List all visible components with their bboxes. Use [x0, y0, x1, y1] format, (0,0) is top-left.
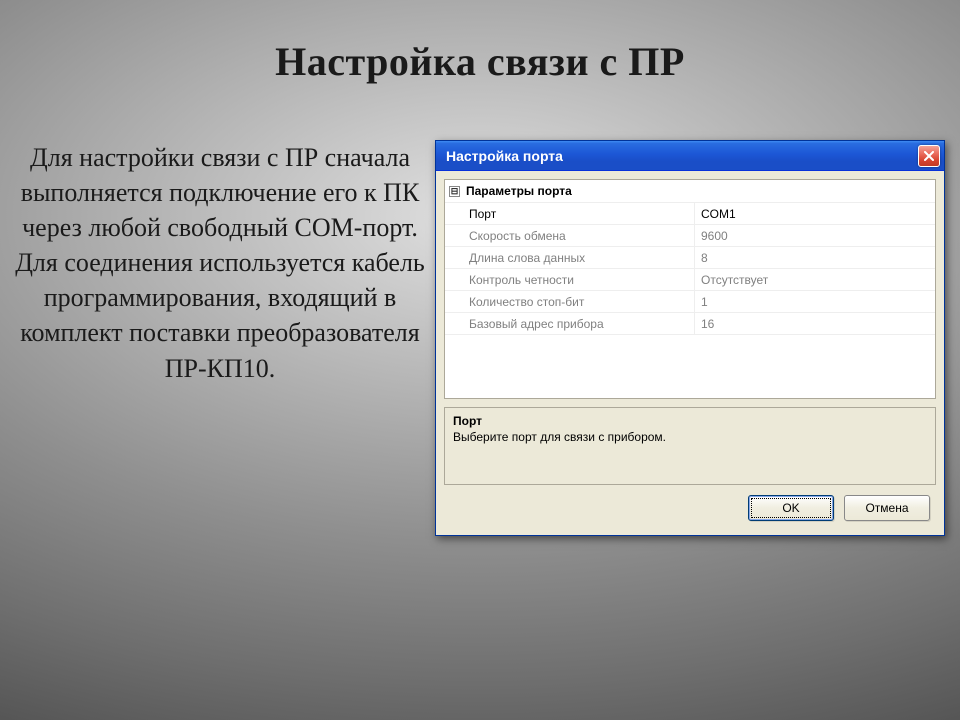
help-title: Порт — [453, 414, 927, 428]
property-grid[interactable]: ⊟ Параметры порта Порт COM1 Скорость обм… — [444, 179, 936, 399]
prop-value[interactable]: 8 — [695, 247, 935, 268]
group-header[interactable]: ⊟ Параметры порта — [445, 180, 935, 203]
ok-button[interactable]: OK — [748, 495, 834, 521]
help-text: Выберите порт для связи с прибором. — [453, 430, 927, 444]
prop-label: Контроль четности — [445, 269, 695, 290]
prop-label: Скорость обмена — [445, 225, 695, 246]
prop-value[interactable]: Отсутствует — [695, 269, 935, 290]
prop-row-wordlen[interactable]: Длина слова данных 8 — [445, 247, 935, 269]
help-panel: Порт Выберите порт для связи с прибором. — [444, 407, 936, 485]
prop-value[interactable]: 16 — [695, 313, 935, 334]
prop-label: Длина слова данных — [445, 247, 695, 268]
slide-title: Настройка связи с ПР — [0, 0, 960, 85]
prop-row-stopbits[interactable]: Количество стоп-бит 1 — [445, 291, 935, 313]
port-settings-dialog: Настройка порта ⊟ Параметры порта Порт C… — [435, 140, 945, 536]
prop-value[interactable]: COM1 — [695, 203, 935, 224]
prop-row-parity[interactable]: Контроль четности Отсутствует — [445, 269, 935, 291]
prop-label: Количество стоп-бит — [445, 291, 695, 312]
prop-row-address[interactable]: Базовый адрес прибора 16 — [445, 313, 935, 335]
prop-row-port[interactable]: Порт COM1 — [445, 203, 935, 225]
instruction-text: Для настройки связи с ПР сначала выполня… — [5, 140, 435, 386]
prop-value[interactable]: 9600 — [695, 225, 935, 246]
dialog-container: Настройка порта ⊟ Параметры порта Порт C… — [435, 140, 945, 536]
dialog-title: Настройка порта — [446, 148, 918, 164]
prop-row-baud[interactable]: Скорость обмена 9600 — [445, 225, 935, 247]
dialog-body: ⊟ Параметры порта Порт COM1 Скорость обм… — [436, 171, 944, 535]
prop-label: Базовый адрес прибора — [445, 313, 695, 334]
slide-content: Для настройки связи с ПР сначала выполня… — [0, 85, 960, 536]
group-header-label: Параметры порта — [466, 184, 572, 198]
cancel-button[interactable]: Отмена — [844, 495, 930, 521]
prop-value[interactable]: 1 — [695, 291, 935, 312]
dialog-titlebar[interactable]: Настройка порта — [436, 141, 944, 171]
collapse-icon[interactable]: ⊟ — [449, 186, 460, 197]
close-button[interactable] — [918, 145, 940, 167]
dialog-buttons: OK Отмена — [444, 485, 936, 527]
prop-label: Порт — [445, 203, 695, 224]
close-icon — [924, 151, 934, 161]
